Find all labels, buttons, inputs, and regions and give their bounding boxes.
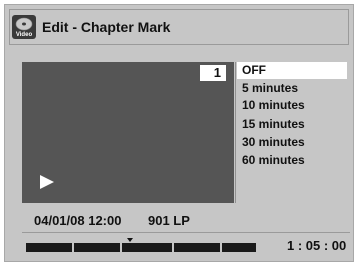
video-disc-icon: Video: [12, 15, 36, 39]
timeline-segment: [122, 243, 172, 252]
recording-channel-mode: 901 LP: [148, 213, 190, 228]
elapsed-time: 1 : 05 : 00: [287, 238, 347, 253]
chapter-marker-icon: [127, 238, 133, 242]
option-off[interactable]: OFF: [237, 62, 347, 79]
timeline-segment: [74, 243, 120, 252]
recording-datetime: 04/01/08 12:00: [34, 213, 122, 228]
option-10-minutes[interactable]: 10 minutes: [237, 97, 347, 114]
timeline-segment: [174, 243, 220, 252]
chapter-timeline: [26, 243, 256, 252]
option-30-minutes[interactable]: 30 minutes: [237, 134, 347, 151]
play-icon: [40, 175, 54, 189]
video-icon-label: Video: [16, 32, 33, 38]
option-5-minutes[interactable]: 5 minutes: [237, 80, 347, 97]
option-60-minutes[interactable]: 60 minutes: [237, 152, 347, 169]
chapter-number-badge: 1: [200, 65, 226, 81]
divider: [22, 232, 350, 233]
page-title: Edit - Chapter Mark: [42, 19, 171, 35]
timeline-segment: [222, 243, 256, 252]
option-15-minutes[interactable]: 15 minutes: [237, 116, 347, 133]
timeline-segment: [26, 243, 72, 252]
